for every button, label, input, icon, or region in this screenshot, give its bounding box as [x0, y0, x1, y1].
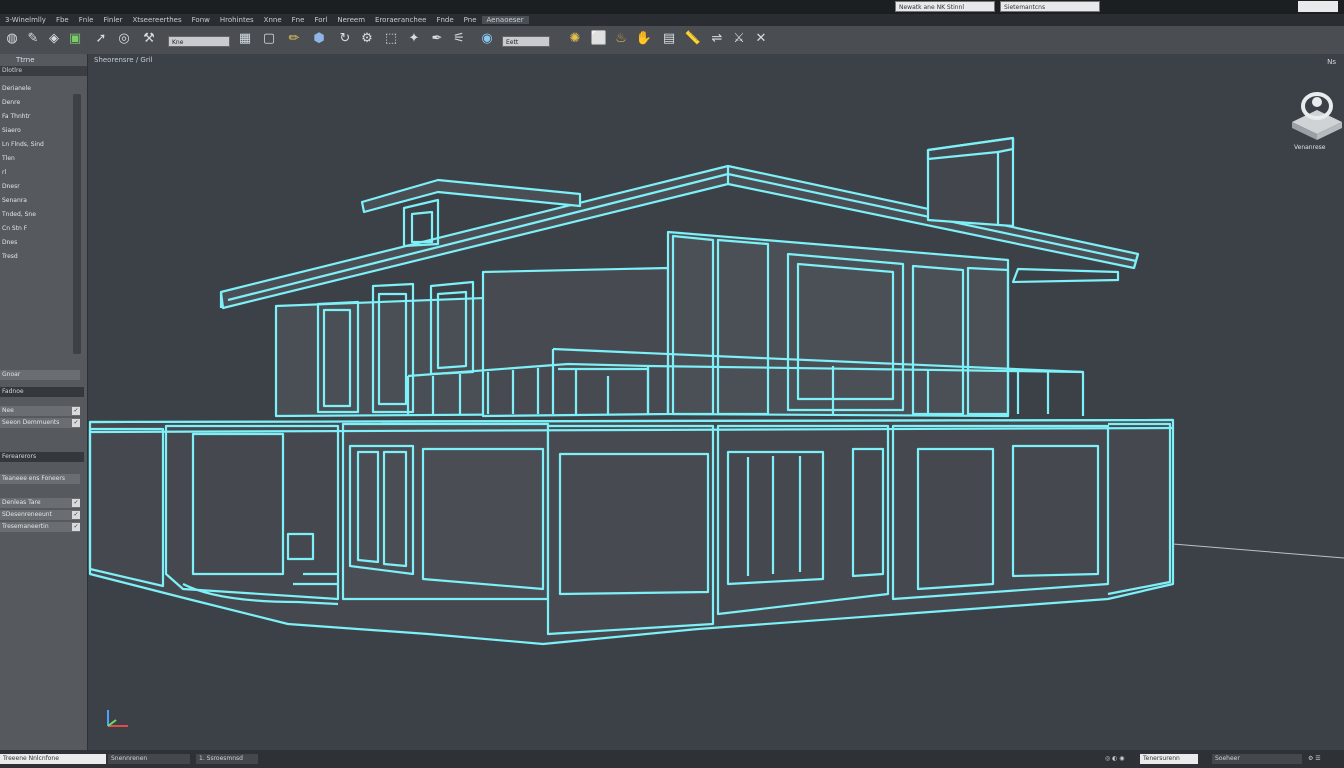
close-icon[interactable]: ✕: [752, 30, 770, 48]
sidebar-title: Ttrne: [16, 56, 35, 64]
shape-icon[interactable]: ⬢: [310, 30, 328, 48]
title-bar: [0, 0, 1344, 14]
sidebar-property-row[interactable]: SDesenreneeunt ✓: [0, 510, 80, 520]
rotate-icon[interactable]: ↻: [336, 30, 354, 48]
paint-icon[interactable]: ✦: [405, 30, 423, 48]
sidebar-field[interactable]: Gnoar: [0, 370, 80, 380]
property-label: Tresemaneertin: [2, 523, 49, 530]
ruler-icon[interactable]: 📏: [684, 30, 702, 48]
toolbar-field[interactable]: Kne: [168, 36, 230, 47]
menu-item[interactable]: Fnde: [431, 16, 458, 24]
menu-item[interactable]: Pne: [459, 16, 482, 24]
menu-item[interactable]: Xnne: [259, 16, 287, 24]
sidebar-scrollbar[interactable]: [73, 94, 81, 354]
status-settings-icon[interactable]: ⚙ ☰: [1305, 754, 1341, 764]
sidebar-property-row[interactable]: Tresemaneertin ✓: [0, 522, 80, 532]
toolbar-field-2[interactable]: Eett: [502, 36, 550, 47]
menu-item[interactable]: Nereem: [332, 16, 370, 24]
grid-icon[interactable]: ▦: [236, 30, 254, 48]
menu-bar: 3-Winelmlly Fbe Fnle Finler Xtseereerthe…: [0, 14, 1344, 26]
toolbar: ◍ ✎ ◈ ▣ ➚ ◎ ⚒ Kne ▦ ▢ ✏ ⬢ ↻ ⚙ ⬚ ✦ ✒ ⚟ ◉ …: [0, 26, 1344, 55]
tools-icon[interactable]: ⚔: [730, 30, 748, 48]
hammer-icon[interactable]: ⚒: [140, 30, 158, 48]
viewcube-label: Venanrese: [1294, 144, 1326, 151]
menu-item[interactable]: Hrohintes: [215, 16, 259, 24]
menu-item[interactable]: Fne: [287, 16, 310, 24]
status-tab[interactable]: 1. Ssroesmnsd: [196, 754, 258, 764]
3d-viewport[interactable]: Sheorensre / Gril Ns Venanrese: [88, 54, 1344, 750]
checkbox[interactable]: ✓: [72, 407, 80, 415]
globe-icon[interactable]: ◍: [3, 30, 21, 48]
search-input[interactable]: Newatk ane NK Stinnl: [895, 1, 995, 12]
layer-icon[interactable]: ▣: [66, 30, 84, 48]
menu-item[interactable]: Fbe: [51, 16, 74, 24]
property-label: Seeon Demmuents: [2, 419, 60, 426]
status-icons[interactable]: ◎ ◐ ◉: [1102, 754, 1138, 764]
sidebar-subheader: Fadnoe: [0, 387, 84, 397]
select-box-icon[interactable]: ⬜: [590, 30, 608, 48]
menu-item[interactable]: 3-Winelmlly: [0, 16, 51, 24]
menu-item[interactable]: Eroraeranchee: [370, 16, 431, 24]
frame-icon[interactable]: ▢: [260, 30, 278, 48]
house-wireframe: [88, 136, 1344, 727]
pencil-icon[interactable]: ✏: [285, 30, 303, 48]
property-label: Denleas Tare: [2, 499, 41, 506]
property-label: Nee: [2, 407, 14, 414]
checkbox[interactable]: ✓: [72, 419, 80, 427]
status-tab[interactable]: Snennrenen: [108, 754, 190, 764]
cube-icon[interactable]: ◈: [45, 30, 63, 48]
snap-icon[interactable]: ⚙: [358, 30, 376, 48]
sidebar-subheader: Ferearerors: [0, 452, 84, 462]
sidebar-property-row[interactable]: Seeon Demmuents ✓: [0, 418, 80, 428]
pen-icon[interactable]: ✒: [428, 30, 446, 48]
sidebar-section-header[interactable]: Dlotlre: [0, 66, 87, 76]
dimension-icon[interactable]: ⇌: [708, 30, 726, 48]
menu-item-active[interactable]: Aenaoeser: [481, 16, 529, 24]
brush-icon[interactable]: ✎: [24, 30, 42, 48]
sidebar: Ttrne Dlotlre Derianele Denre Fa Thnhtr …: [0, 54, 88, 750]
status-bar: Treeene Nnlcnfone Snennrenen 1. Ssroesmn…: [0, 750, 1344, 768]
ucs-axis-icon: [107, 710, 128, 727]
hand-icon[interactable]: ✋: [635, 30, 653, 48]
property-label: SDesenreneeunt: [2, 511, 52, 518]
sidebar-property-row[interactable]: Denleas Tare ✓: [0, 498, 80, 508]
checkbox[interactable]: ✓: [72, 511, 80, 519]
component-icon[interactable]: ⬚: [382, 30, 400, 48]
menu-item[interactable]: Finler: [98, 16, 127, 24]
orbit-icon[interactable]: ◎: [115, 30, 133, 48]
menu-item[interactable]: Fonw: [187, 16, 215, 24]
status-field[interactable]: Tenersurenn: [1140, 754, 1198, 764]
view-icon[interactable]: ◉: [478, 30, 496, 48]
camera-icon[interactable]: ▤: [660, 30, 678, 48]
sidebar-property-row[interactable]: Teaneee ens Foneers: [0, 474, 80, 484]
light-icon[interactable]: ✺: [566, 30, 584, 48]
window-controls[interactable]: [1298, 1, 1338, 12]
search-filter-field[interactable]: Sietemantcns: [1000, 1, 1100, 12]
status-readout: Soeheer: [1212, 754, 1302, 764]
menu-item[interactable]: Fnle: [74, 16, 99, 24]
sidebar-property-row[interactable]: Nee ✓: [0, 406, 80, 416]
menu-item[interactable]: Forl: [309, 16, 332, 24]
pointer-icon[interactable]: ➚: [92, 30, 110, 48]
checkbox[interactable]: ✓: [72, 523, 80, 531]
flame-icon[interactable]: ♨: [612, 30, 630, 48]
menu-item[interactable]: Xtseereerthes: [127, 16, 186, 24]
checkbox[interactable]: ✓: [72, 499, 80, 507]
viewcube-icon[interactable]: [1284, 82, 1344, 152]
command-line[interactable]: Treeene Nnlcnfone: [0, 754, 106, 764]
measure-icon[interactable]: ⚟: [450, 30, 468, 48]
